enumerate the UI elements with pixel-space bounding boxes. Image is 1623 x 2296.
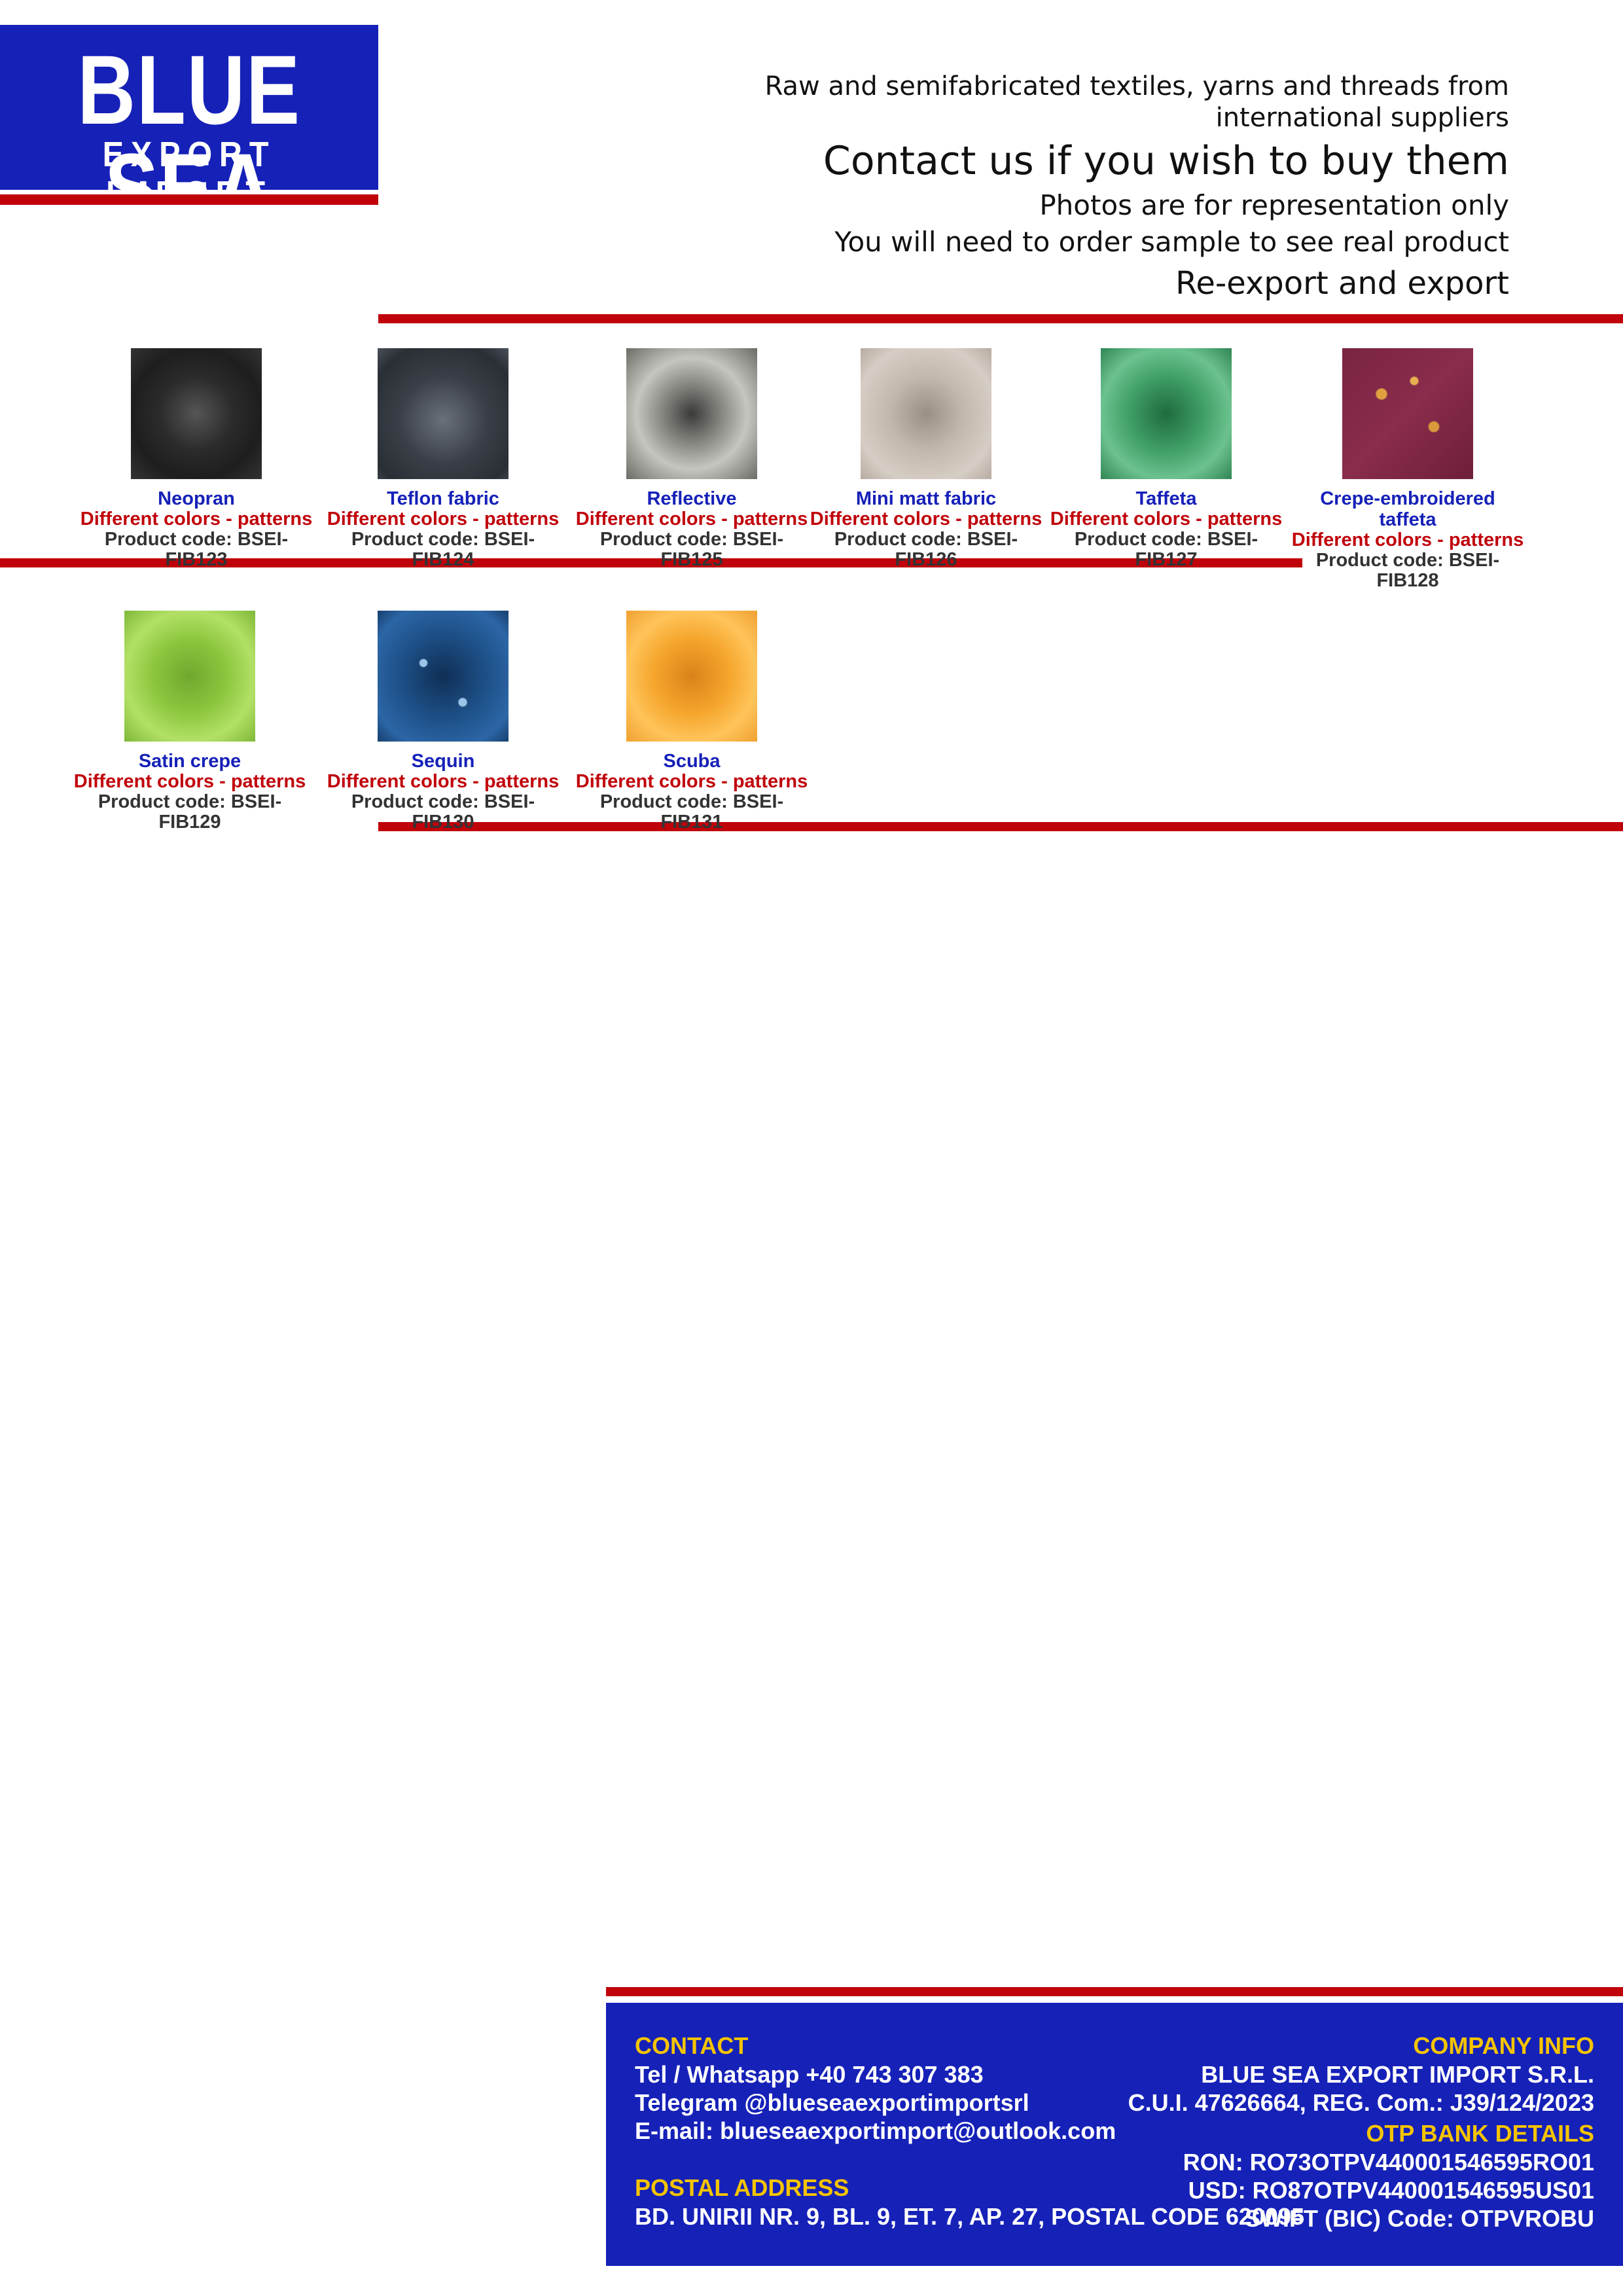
product-card[interactable]: Satin crepe Different colors - patterns … xyxy=(72,611,308,833)
product-name: Sequin xyxy=(411,751,475,772)
header-sample-note: You will need to order sample to see rea… xyxy=(834,226,1509,258)
product-name: Crepe-embroidered taffeta xyxy=(1320,488,1495,530)
product-variants: Different colors - patterns xyxy=(1291,529,1524,550)
footer-panel: CONTACT Tel / Whatsapp +40 743 307 383 T… xyxy=(606,2003,1623,2266)
product-code: Product code: BSEI-FIB125 xyxy=(599,529,784,570)
product-variants: Different colors - patterns xyxy=(73,771,306,792)
sequin-swatch-image xyxy=(378,611,508,742)
bank-swift-code: SWIFT (BIC) Code: OTPVROBU xyxy=(1245,2205,1594,2232)
product-card[interactable]: Taffeta Different colors - patterns Prod… xyxy=(1048,348,1284,570)
header-tagline-line1: Raw and semifabricated textiles, yarns a… xyxy=(764,71,1509,101)
neopran-swatch-image xyxy=(131,348,262,479)
company-ids: C.U.I. 47626664, REG. Com.: J39/124/2023 xyxy=(1128,2089,1594,2116)
mini-matt-fabric-swatch-image xyxy=(861,348,991,479)
product-variants: Different colors - patterns xyxy=(575,771,808,792)
bank-ron-account: RON: RO73OTPV440001546595RO01 xyxy=(1183,2149,1594,2176)
product-name: Reflective xyxy=(647,488,737,509)
logo-underline xyxy=(0,194,378,205)
product-card[interactable]: Scuba Different colors - patterns Produc… xyxy=(574,611,810,833)
bank-usd-account: USD: RO87OTPV440001546595US01 xyxy=(1188,2177,1594,2204)
product-code: Product code: BSEI-FIB124 xyxy=(351,529,535,570)
product-code: Product code: BSEI-FIB131 xyxy=(599,791,784,833)
product-name: Satin crepe xyxy=(138,751,241,772)
footer-company-column: COMPANY INFO BLUE SEA EXPORT IMPORT S.R.… xyxy=(1128,2032,1594,2233)
row2-divider xyxy=(378,822,1623,831)
product-name: Scuba xyxy=(663,751,721,772)
company-name: BLUE SEA EXPORT IMPORT S.R.L. xyxy=(1201,2061,1594,2088)
header-contact-call: Contact us if you wish to buy them xyxy=(823,138,1509,184)
product-code: Product code: BSEI-FIB127 xyxy=(1074,529,1258,570)
product-variants: Different colors - patterns xyxy=(327,771,560,792)
header-reexport: Re-export and export xyxy=(1175,265,1509,302)
teflon-fabric-swatch-image xyxy=(378,348,508,479)
satin-crepe-swatch-image xyxy=(124,611,255,742)
product-card[interactable]: Neopran Different colors - patterns Prod… xyxy=(79,348,314,570)
product-code: Product code: BSEI-FIB129 xyxy=(98,791,282,833)
header-info: Raw and semifabricated textiles, yarns a… xyxy=(658,71,1509,305)
product-name: Teflon fabric xyxy=(387,488,499,509)
product-variants: Different colors - patterns xyxy=(80,509,313,529)
product-card[interactable]: Crepe-embroidered taffeta Different colo… xyxy=(1290,348,1525,591)
crepe-embroidered-taffeta-swatch-image xyxy=(1342,348,1473,479)
reflective-swatch-image xyxy=(626,348,757,479)
taffeta-swatch-image xyxy=(1101,348,1232,479)
product-code: Product code: BSEI-FIB126 xyxy=(834,529,1018,570)
product-card[interactable]: Sequin Different colors - patterns Produ… xyxy=(325,611,561,833)
header-tagline-line2: international suppliers xyxy=(1215,103,1509,133)
product-variants: Different colors - patterns xyxy=(327,509,560,529)
product-variants: Different colors - patterns xyxy=(810,509,1043,529)
scuba-swatch-image xyxy=(626,611,757,742)
product-name: Taffeta xyxy=(1135,488,1197,509)
product-code: Product code: BSEI-FIB128 xyxy=(1315,550,1500,591)
header-photos-note: Photos are for representation only xyxy=(1039,189,1509,221)
bank-details-heading: OTP BANK DETAILS xyxy=(1366,2120,1594,2147)
product-code: Product code: BSEI-FIB123 xyxy=(104,529,289,570)
product-card[interactable]: Reflective Different colors - patterns P… xyxy=(574,348,810,570)
footer-divider xyxy=(606,1987,1623,1996)
company-info-heading: COMPANY INFO xyxy=(1413,2032,1594,2059)
product-name: Neopran xyxy=(158,488,235,509)
product-card[interactable]: Teflon fabric Different colors - pattern… xyxy=(325,348,561,570)
product-name: Mini matt fabric xyxy=(855,488,997,509)
company-logo: BLUE SEA EXPORT IMPORT xyxy=(0,25,378,237)
product-variants: Different colors - patterns xyxy=(575,509,808,529)
product-code: Product code: BSEI-FIB130 xyxy=(351,791,535,833)
product-card[interactable]: Mini matt fabric Different colors - patt… xyxy=(808,348,1044,570)
product-variants: Different colors - patterns xyxy=(1050,509,1283,529)
header-divider xyxy=(378,314,1623,323)
